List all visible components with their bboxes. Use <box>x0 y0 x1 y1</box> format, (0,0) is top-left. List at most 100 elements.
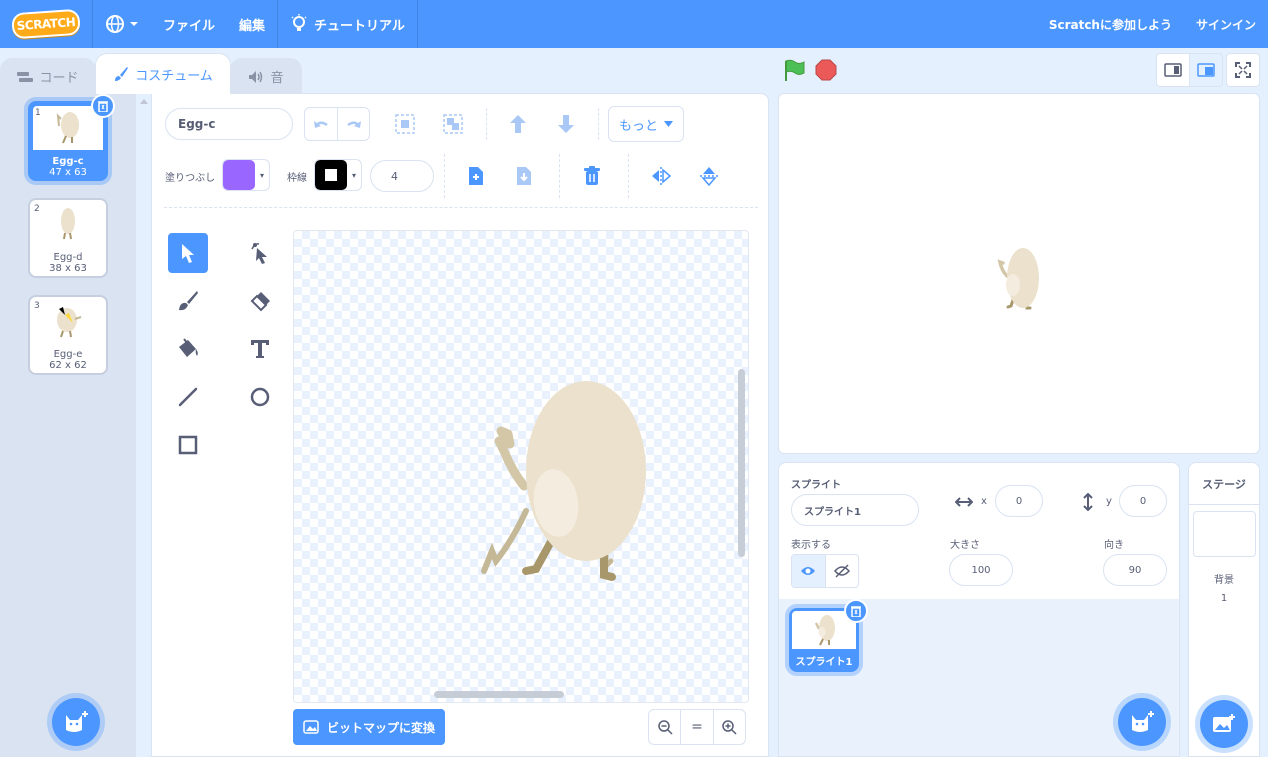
stop-button[interactable] <box>815 59 837 81</box>
costume-item[interactable]: 1 Egg-c 47 x 63 <box>28 94 115 181</box>
rectangle-icon <box>178 435 198 455</box>
group-button[interactable] <box>389 108 421 140</box>
costume-item[interactable]: 2 Egg-d 38 x 63 <box>28 198 108 278</box>
fullscreen-button[interactable] <box>1226 53 1260 87</box>
select-tool[interactable] <box>168 233 208 273</box>
reshape-tool[interactable] <box>240 233 280 273</box>
sprite-tile[interactable]: スプライト1 <box>789 599 868 672</box>
hide-button[interactable] <box>826 555 859 587</box>
arrow-up-icon <box>510 115 526 133</box>
size-input[interactable]: 100 <box>949 554 1013 586</box>
edit-menu[interactable]: 編集 <box>227 0 277 48</box>
zoom-in-button[interactable] <box>712 710 745 744</box>
redo-icon <box>346 121 361 128</box>
delete-sprite-button[interactable] <box>844 599 868 623</box>
circle-tool[interactable] <box>240 377 280 417</box>
undo-button[interactable] <box>305 108 337 140</box>
cat-add-icon <box>1132 711 1154 732</box>
group-icon <box>395 114 415 134</box>
backdrop-add-icon <box>1213 714 1235 732</box>
tab-sounds[interactable]: 音 <box>230 58 302 94</box>
arrow-down-icon <box>558 115 574 133</box>
brush-tool[interactable] <box>168 281 208 321</box>
add-costume-button[interactable] <box>52 698 100 746</box>
tab-costumes[interactable]: コスチューム <box>95 53 231 94</box>
direction-input[interactable]: 90 <box>1103 554 1167 586</box>
flip-vertical-button[interactable] <box>693 160 725 192</box>
fill-tool[interactable] <box>168 329 208 369</box>
paste-button[interactable] <box>508 160 540 192</box>
file-menu[interactable]: ファイル <box>151 0 227 48</box>
x-input[interactable]: 0 <box>995 485 1043 517</box>
ungroup-button[interactable] <box>437 108 469 140</box>
join-scratch-link[interactable]: Scratchに参加しよう <box>1037 0 1184 48</box>
canvas-horizontal-scrollbar[interactable] <box>434 691 564 698</box>
fill-color-picker[interactable]: ▾ <box>222 159 270 191</box>
backdrops-count: 1 <box>1220 593 1228 604</box>
horizontal-arrows-icon <box>955 497 973 507</box>
more-dropdown[interactable]: もっと <box>608 106 684 142</box>
brush-icon <box>115 67 129 81</box>
sprite-label: スプライト <box>791 480 841 491</box>
green-flag-button[interactable] <box>782 58 806 82</box>
show-button[interactable] <box>792 555 826 587</box>
stage-thumbnail[interactable] <box>1193 511 1256 557</box>
canvas-vertical-scrollbar[interactable] <box>738 369 745 557</box>
sprite-tile-name: スプライト1 <box>795 657 853 668</box>
stage-title: ステージ <box>1189 463 1259 505</box>
costume-list-scrollbar[interactable] <box>135 93 151 757</box>
paint-canvas[interactable] <box>293 230 749 703</box>
language-menu[interactable] <box>93 0 151 48</box>
convert-to-bitmap-button[interactable]: ビットマップに変換 <box>293 709 445 745</box>
stage-canvas[interactable] <box>778 93 1260 454</box>
flip-horizontal-button[interactable] <box>645 160 677 192</box>
visibility-toggle <box>791 554 859 588</box>
redo-button[interactable] <box>337 108 369 140</box>
tab-code[interactable]: コード <box>0 58 96 94</box>
line-icon <box>178 387 198 407</box>
paste-icon <box>517 167 531 185</box>
forward-button[interactable] <box>502 108 534 140</box>
costume-name-input[interactable] <box>165 108 293 140</box>
zoom-out-button[interactable] <box>649 710 680 744</box>
add-backdrop-button[interactable] <box>1200 700 1248 748</box>
cat-add-icon <box>66 711 88 732</box>
delete-button[interactable] <box>576 160 608 192</box>
signin-link[interactable]: サインイン <box>1184 0 1268 48</box>
small-stage-button[interactable] <box>1156 53 1190 87</box>
backdrops-label: 背景 <box>1214 575 1234 586</box>
eye-slash-icon <box>833 564 850 578</box>
text-tool[interactable] <box>240 329 280 369</box>
add-sprite-button[interactable] <box>1118 698 1166 746</box>
show-label: 表示する <box>791 540 831 551</box>
tutorials-menu[interactable]: チュートリアル <box>278 0 417 48</box>
egg-sprite <box>997 248 1039 310</box>
zoom-reset-button[interactable]: = <box>680 710 712 744</box>
eraser-tool[interactable] <box>240 281 280 321</box>
toolbar-separator <box>559 154 560 198</box>
x-label: x <box>981 496 987 507</box>
backward-button[interactable] <box>550 108 582 140</box>
large-stage-button[interactable] <box>1189 53 1223 87</box>
delete-costume-button[interactable] <box>91 94 115 118</box>
text-icon <box>251 340 269 358</box>
paint-bucket-icon <box>179 338 198 357</box>
copy-icon <box>469 167 483 185</box>
costume-name: Egg-d <box>53 252 83 263</box>
caret-down-icon: ▾ <box>259 170 264 180</box>
line-tool[interactable] <box>168 377 208 417</box>
outline-width-input[interactable]: 4 <box>370 160 434 192</box>
costume-item[interactable]: 3 Egg-e 62 x 62 <box>28 295 108 375</box>
sprite-name-input[interactable]: スプライト1 <box>791 494 919 526</box>
stage-selector[interactable]: ステージ 背景 1 <box>1188 462 1260 757</box>
fill-label: 塗りつぶし <box>165 173 216 184</box>
rectangle-tool[interactable] <box>168 425 208 465</box>
size-label: 大きさ <box>950 540 980 551</box>
costume-name: Egg-e <box>53 349 83 360</box>
y-input[interactable]: 0 <box>1119 485 1167 517</box>
costume-thumbnail <box>32 299 104 343</box>
scratch-logo[interactable]: SCRATCH <box>11 8 81 40</box>
outline-color-picker[interactable]: ▾ <box>314 159 362 191</box>
speaker-icon <box>249 70 263 83</box>
copy-button[interactable] <box>460 160 492 192</box>
